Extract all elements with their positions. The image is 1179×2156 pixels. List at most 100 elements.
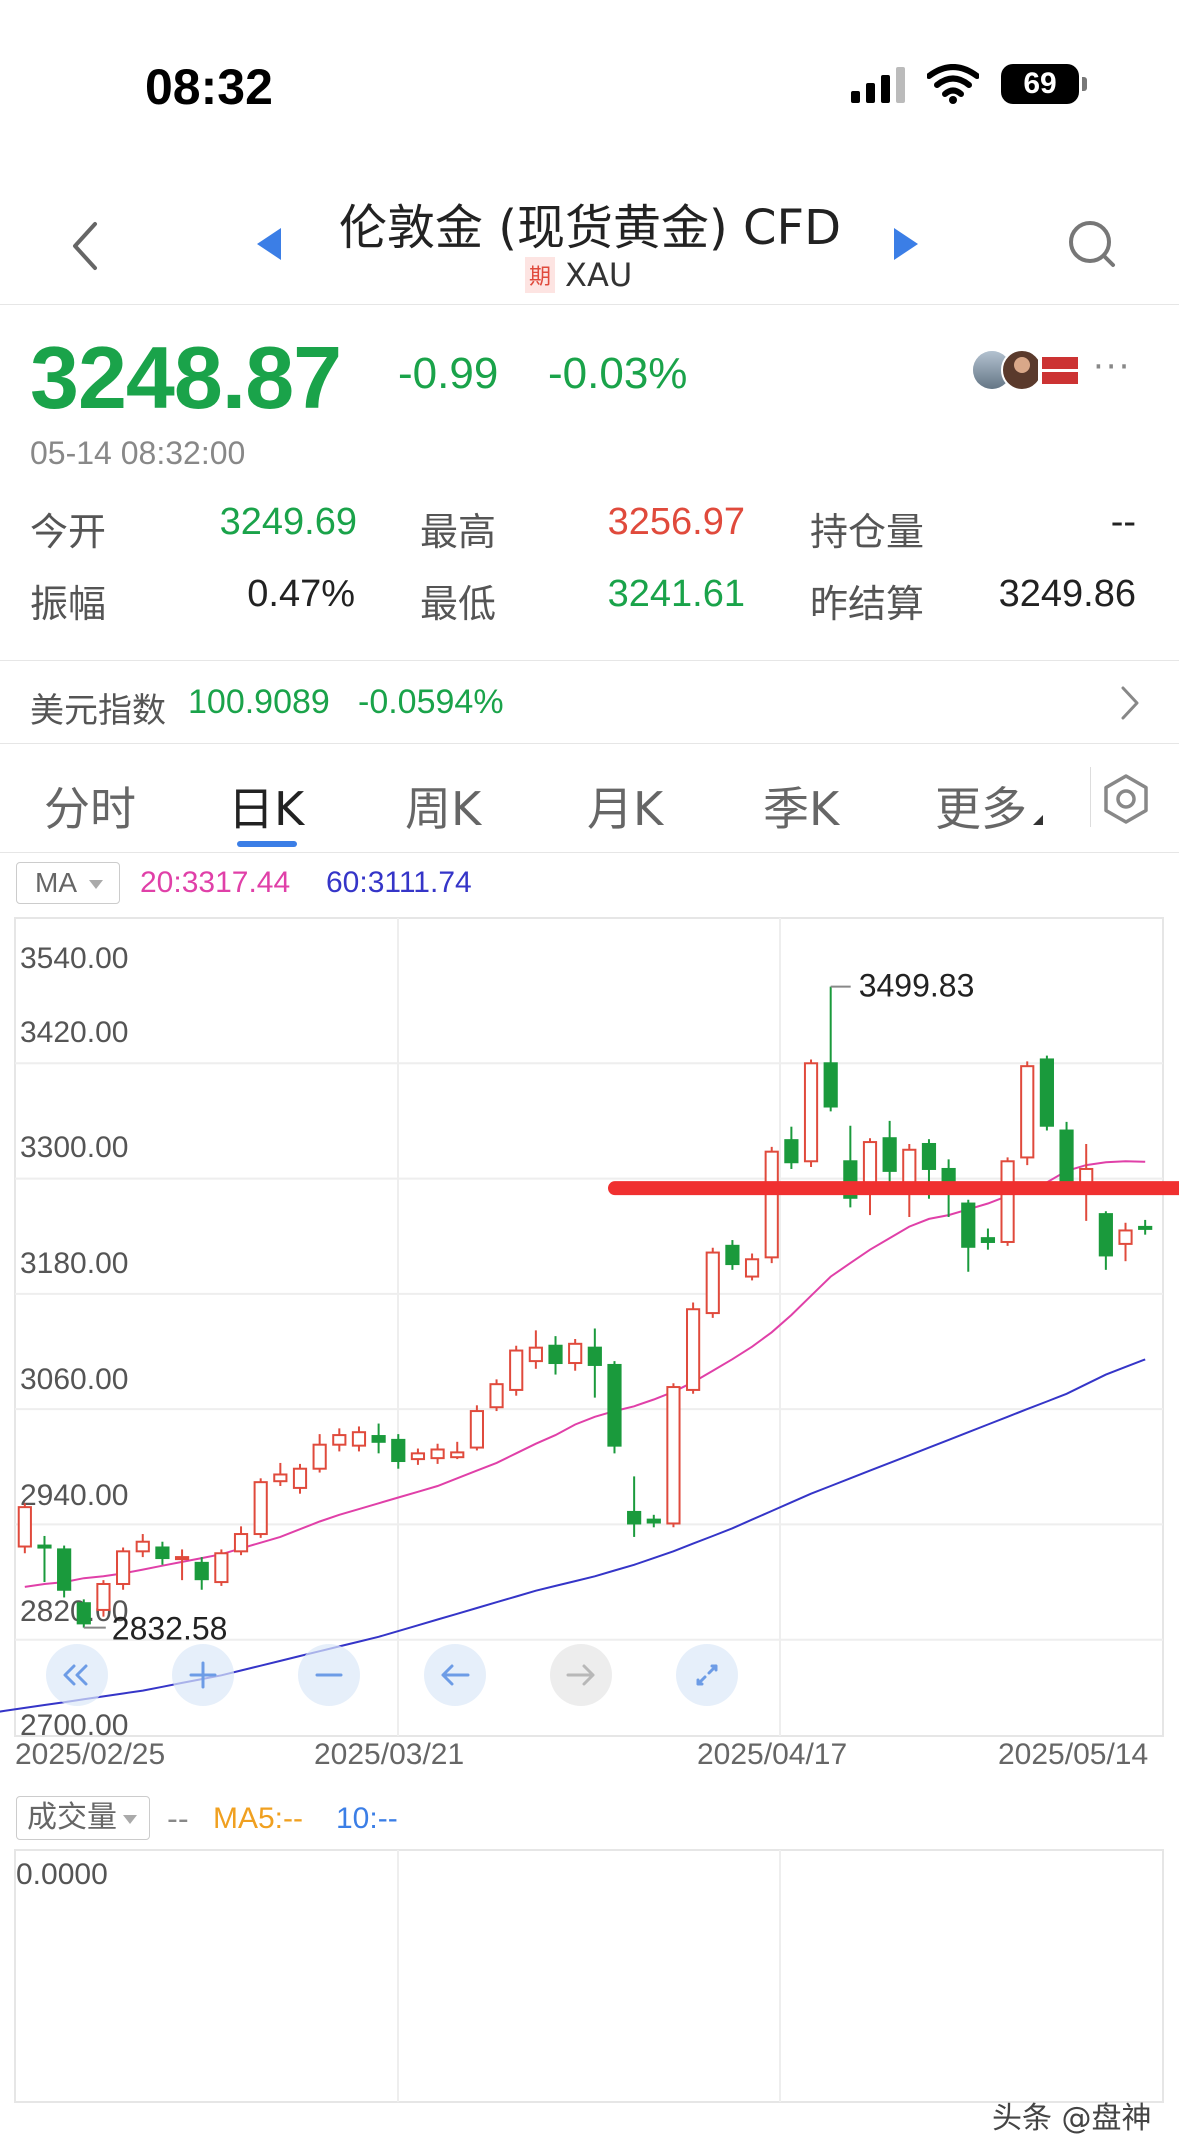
- zoom-out-left-button[interactable]: [46, 1644, 108, 1706]
- battery-icon: 69: [1001, 64, 1087, 104]
- y-axis-label: 3060.00: [20, 1363, 128, 1396]
- tab-more[interactable]: 更多: [935, 773, 1027, 839]
- candle-up: [273, 1473, 288, 1483]
- more-caret-icon: [1033, 815, 1043, 825]
- arrow-left-icon: [441, 1664, 470, 1686]
- candle-up: [528, 1346, 543, 1363]
- candle-down: [391, 1438, 406, 1463]
- candle-down: [882, 1137, 897, 1172]
- zoom-in-button[interactable]: [172, 1644, 234, 1706]
- candle-up: [509, 1349, 524, 1391]
- candle-up: [96, 1582, 111, 1611]
- prev-settlement-label: 昨结算: [810, 582, 925, 626]
- x-axis-date-label: 2025/04/17: [697, 1738, 847, 1771]
- wifi-icon: [927, 64, 979, 104]
- candle-down: [646, 1518, 661, 1524]
- chart-settings-icon[interactable]: [1102, 773, 1150, 825]
- status-icons: 69: [851, 64, 1087, 104]
- volume-indicator-select[interactable]: 成交量: [16, 1796, 150, 1840]
- candle-down: [76, 1602, 91, 1625]
- ma60-value: 60:3111.74: [326, 866, 472, 899]
- scroll-right-button[interactable]: [550, 1644, 612, 1706]
- indicator-select[interactable]: MA: [16, 862, 120, 904]
- fullscreen-button[interactable]: [676, 1644, 738, 1706]
- candlestick-chart[interactable]: 3540.00 3420.00 3300.00 3180.00 3060.00 2940.…: [0, 910, 1179, 1840]
- price-change-percent: -0.03%: [548, 349, 688, 398]
- instrument-header: 伦敦金 (现货黄金) CFD 期 XAU: [0, 170, 1179, 305]
- back-icon[interactable]: [65, 216, 105, 276]
- tab-weekly-k[interactable]: 周K: [405, 773, 481, 839]
- candle-up: [351, 1431, 367, 1447]
- previous-instrument-icon[interactable]: [257, 228, 281, 260]
- max-price-label: 3499.83: [859, 968, 975, 1004]
- open-interest-value: --: [1110, 501, 1136, 543]
- min-price-label: 2832.58: [112, 1611, 228, 1647]
- candle-down: [784, 1139, 799, 1164]
- candle-down: [194, 1561, 209, 1581]
- dollar-index-value: 100.9089: [188, 683, 330, 721]
- volume-ma10-value: 10:--: [336, 1802, 398, 1835]
- tab-intraday[interactable]: 分时: [44, 773, 136, 839]
- zoom-out-button[interactable]: [298, 1644, 360, 1706]
- candle-down: [37, 1544, 52, 1549]
- candle-down: [548, 1344, 563, 1365]
- ma20-value: 20:3317.44: [140, 866, 291, 899]
- open-interest-label: 持仓量: [810, 510, 925, 554]
- double-chevron-left-icon: [63, 1664, 88, 1686]
- last-price: 3248.87: [30, 328, 342, 427]
- scroll-left-button[interactable]: [424, 1644, 486, 1706]
- tab-quarterly-k[interactable]: 季K: [763, 773, 839, 839]
- candle-up: [489, 1383, 504, 1409]
- x-axis-date-label: 2025/05/14: [998, 1738, 1148, 1771]
- community-avatars-icon[interactable]: [972, 345, 1082, 395]
- candle-up: [1000, 1160, 1015, 1243]
- candle-up: [803, 1062, 819, 1163]
- candle-up: [568, 1342, 583, 1365]
- candle-up: [214, 1552, 229, 1584]
- y-axis-label: 3180.00: [20, 1247, 128, 1280]
- tab-daily-k[interactable]: 日K: [228, 773, 304, 839]
- tab-monthly-k[interactable]: 月K: [587, 773, 663, 839]
- price-change: -0.99: [398, 349, 499, 398]
- candle-down: [1098, 1213, 1113, 1257]
- amplitude-label: 振幅: [30, 582, 107, 626]
- candle-down: [725, 1244, 740, 1266]
- candle-down: [980, 1237, 996, 1243]
- candle-up: [430, 1448, 445, 1460]
- ma20-line: [24, 1160, 1146, 1588]
- quote-panel: 3248.87 -0.99 -0.03% ··· 05-14 08:32:00 …: [0, 305, 1179, 660]
- cellular-signal-icon: [851, 65, 905, 103]
- dollar-index-row[interactable]: 美元指数 100.9089 -0.0594%: [0, 660, 1179, 744]
- candle-down: [1059, 1129, 1074, 1186]
- candle-up: [410, 1452, 426, 1461]
- y-axis-label: 3420.00: [20, 1016, 128, 1049]
- candle-up: [744, 1258, 760, 1278]
- x-axis-date-label: 2025/02/25: [15, 1738, 165, 1771]
- candle-up: [312, 1443, 327, 1470]
- volume-chart-grid: [14, 1849, 1164, 2103]
- candle-down: [921, 1142, 937, 1170]
- status-bar: 08:32 69: [0, 0, 1179, 160]
- low-value: 3241.61: [607, 573, 745, 615]
- search-icon[interactable]: [1065, 217, 1119, 271]
- candle-down: [57, 1548, 72, 1591]
- x-axis-date-label: 2025/03/21: [314, 1738, 464, 1771]
- volume-indicator-bar: 成交量 -- MA5:-- 10:--: [0, 1796, 1179, 1846]
- candle-up: [1020, 1065, 1035, 1159]
- candle-up: [116, 1550, 131, 1585]
- more-options-icon[interactable]: ···: [1093, 347, 1131, 387]
- candle-down: [371, 1435, 386, 1443]
- next-instrument-icon[interactable]: [894, 228, 918, 260]
- tab-divider: [1090, 767, 1091, 827]
- candle-down: [607, 1363, 622, 1447]
- high-value: 3256.97: [607, 501, 745, 543]
- candle-down: [155, 1546, 170, 1560]
- fullscreen-icon: [696, 1664, 718, 1686]
- volume-chart[interactable]: 0.0000: [0, 1846, 1179, 2106]
- watermark: 头条 @盘神: [992, 2101, 1152, 2136]
- instrument-title: 伦敦金 (现货黄金) CFD: [338, 200, 842, 256]
- amplitude-value: 0.47%: [247, 573, 355, 615]
- candle-up: [253, 1481, 268, 1536]
- candle-up: [764, 1150, 779, 1259]
- candle-up: [686, 1308, 701, 1391]
